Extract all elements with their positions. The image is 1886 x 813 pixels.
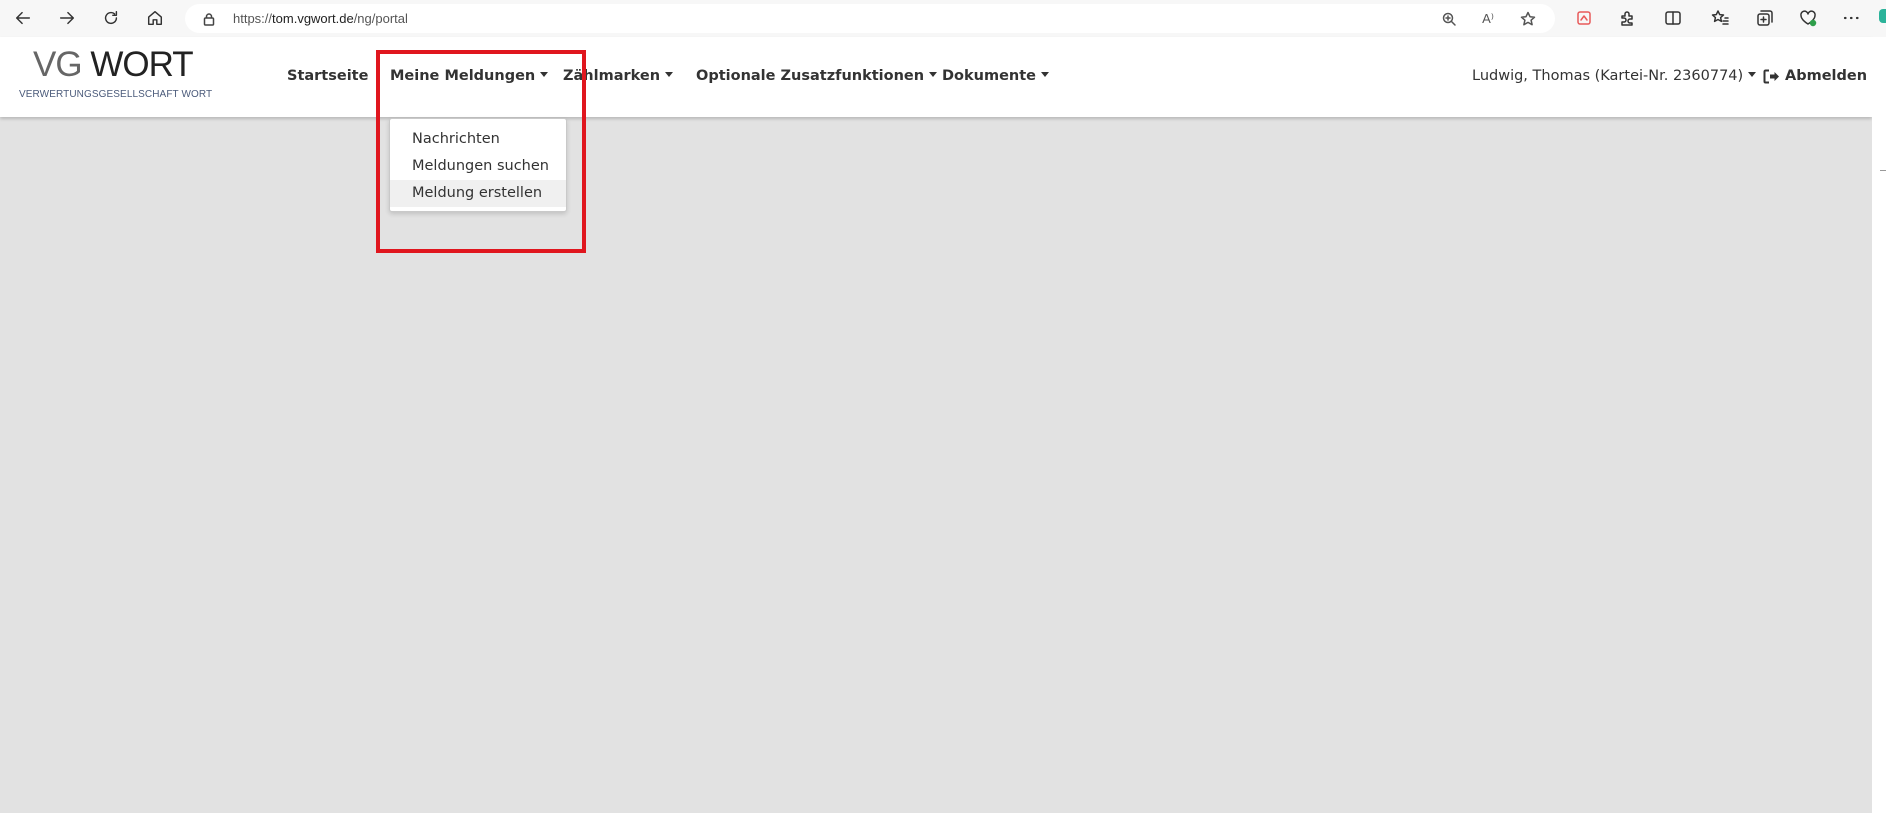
url-host: tom.vgwort.de — [272, 11, 354, 26]
user-menu[interactable]: Ludwig, Thomas (Kartei-Nr. 2360774) — [1472, 68, 1757, 84]
nav-startseite-label: Startseite — [287, 68, 369, 84]
more-options-icon[interactable] — [1839, 6, 1863, 30]
home-icon — [147, 10, 163, 26]
extensions-icon[interactable] — [1615, 6, 1639, 30]
reload-button[interactable] — [96, 3, 126, 33]
url-prefix: https:// — [233, 11, 273, 26]
back-button[interactable] — [8, 3, 38, 33]
split-screen-icon[interactable] — [1661, 6, 1685, 30]
caret-down-icon — [540, 71, 549, 77]
vg-wort-logo[interactable]: VG WORT VERWERTUNGSGESELLSCHAFT WORT — [18, 45, 218, 105]
url-text: https://tom.vgwort.de/ng/portal — [233, 11, 408, 26]
scrollbar-thumb[interactable] — [1880, 170, 1886, 171]
sidebar-copilot-icon[interactable] — [1879, 9, 1886, 23]
logo-vg: VG — [33, 45, 83, 84]
dropdown-item-meldungen-suchen[interactable]: Meldungen suchen — [390, 153, 566, 180]
caret-down-icon — [1748, 71, 1757, 77]
nav-startseite[interactable]: Startseite — [287, 68, 368, 84]
nav-optionale-label: Optionale Zusatzfunktionen — [696, 68, 925, 84]
dropdown-item-meldung-erstellen[interactable]: Meldung erstellen — [390, 180, 566, 207]
caret-down-icon — [1041, 71, 1049, 77]
nav-meine-meldungen[interactable]: Meine Meldungen — [390, 68, 549, 84]
nav-zaehlmarken[interactable]: Zählmarken — [563, 68, 674, 84]
caret-down-icon — [665, 71, 674, 77]
user-name: Ludwig, Thomas (Kartei-Nr. 2360774) — [1472, 68, 1744, 84]
nav-zaehlmarken-label: Zählmarken — [563, 68, 661, 84]
browser-essentials-icon[interactable] — [1796, 6, 1820, 30]
browser-toolbar: https://tom.vgwort.de/ng/portal A⁾ — [0, 0, 1886, 37]
site-header: VG WORT VERWERTUNGSGESELLSCHAFT WORT Sta… — [0, 37, 1872, 117]
arrow-right-icon — [59, 11, 75, 25]
zoom-icon[interactable] — [1439, 9, 1459, 29]
nav-meine-meldungen-label: Meine Meldungen — [390, 68, 536, 84]
forward-button[interactable] — [52, 3, 82, 33]
url-path: /ng/portal — [353, 11, 408, 26]
logo-subtitle: VERWERTUNGSGESELLSCHAFT WORT — [19, 89, 213, 100]
address-bar[interactable]: https://tom.vgwort.de/ng/portal A⁾ — [185, 4, 1555, 33]
home-button[interactable] — [140, 3, 170, 33]
logo-wort: WORT — [90, 45, 193, 84]
read-aloud-label: A⁾ — [1482, 11, 1494, 26]
meine-meldungen-dropdown: Nachrichten Meldungen suchen Meldung ers… — [389, 118, 567, 212]
favorite-star-icon[interactable] — [1518, 9, 1538, 29]
read-aloud-icon[interactable]: A⁾ — [1478, 9, 1498, 29]
favorites-icon[interactable] — [1708, 6, 1732, 30]
caret-down-icon — [929, 71, 938, 77]
scrollbar-track[interactable] — [1872, 37, 1886, 813]
dropdown-item-nachrichten[interactable]: Nachrichten — [390, 126, 566, 153]
nav-dokumente[interactable]: Dokumente — [942, 68, 1049, 84]
reload-icon — [104, 10, 118, 25]
collections-icon[interactable] — [1752, 6, 1776, 30]
nav-optionale-zusatzfunktionen[interactable]: Optionale Zusatzfunktionen — [696, 68, 938, 84]
logout-button[interactable]: Abmelden — [1763, 68, 1867, 84]
lock-icon — [202, 11, 216, 26]
nav-dokumente-label: Dokumente — [942, 68, 1036, 84]
logout-label: Abmelden — [1785, 68, 1868, 84]
sign-out-icon — [1763, 69, 1779, 83]
logo-wordmark: VG WORT — [33, 45, 194, 85]
extension-pdf-icon[interactable] — [1572, 6, 1596, 30]
arrow-left-icon — [15, 11, 31, 25]
